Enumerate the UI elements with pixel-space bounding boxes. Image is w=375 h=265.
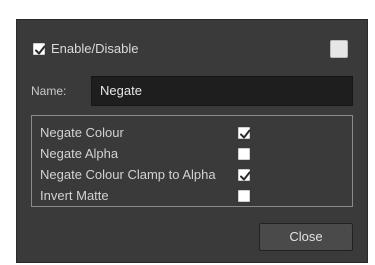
- options-group: Negate Colour Negate Alpha Negate Colour…: [31, 115, 353, 207]
- checkmark-icon: [240, 129, 251, 139]
- option-label-negate-colour-clamp: Negate Colour Clamp to Alpha: [40, 167, 216, 182]
- option-checkbox-negate-colour-clamp[interactable]: [238, 169, 251, 181]
- option-checkbox-negate-alpha[interactable]: [238, 148, 250, 160]
- checkmark-icon: [35, 45, 46, 54]
- option-checkbox-negate-colour[interactable]: [238, 127, 251, 139]
- enable-disable-label: Enable/Disable: [51, 41, 139, 56]
- name-input[interactable]: Negate: [91, 76, 353, 106]
- name-label: Name:: [31, 84, 67, 98]
- option-label-invert-matte: Invert Matte: [40, 188, 109, 203]
- enable-disable-checkbox[interactable]: [33, 42, 46, 55]
- option-checkbox-invert-matte[interactable]: [238, 190, 250, 202]
- enable-swatch-checkbox[interactable]: [330, 40, 348, 58]
- close-button[interactable]: Close: [259, 223, 353, 251]
- checkmark-icon: [240, 171, 251, 181]
- option-label-negate-alpha: Negate Alpha: [40, 146, 119, 161]
- enable-disable-row: Enable/Disable: [33, 41, 138, 56]
- negate-properties-dialog: Enable/Disable Name: Negate Negate Colou…: [17, 20, 367, 262]
- option-label-negate-colour: Negate Colour: [40, 125, 124, 140]
